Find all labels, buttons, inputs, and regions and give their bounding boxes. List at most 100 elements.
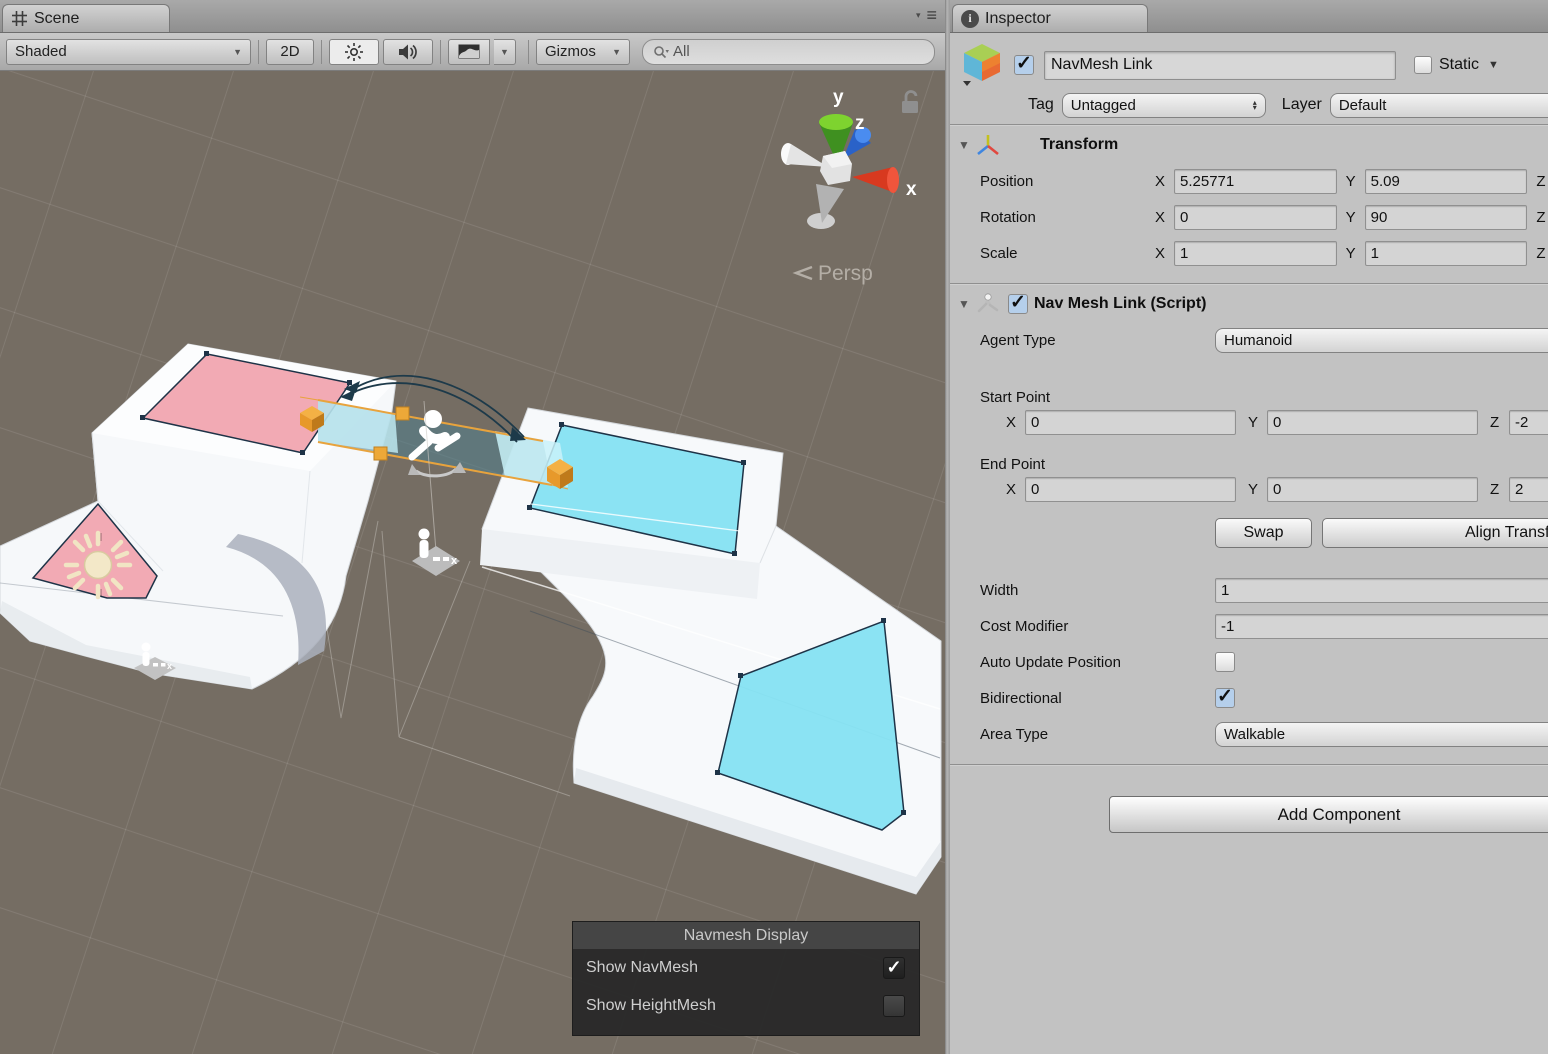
area-type-value: Walkable xyxy=(1224,726,1548,743)
bidirectional-checkbox[interactable] xyxy=(1215,688,1235,708)
scene-viewport[interactable]: x x xyxy=(0,71,945,1054)
y-axis-label: Y xyxy=(1248,481,1262,498)
area-type-dropdown[interactable]: Walkable ▴▾ xyxy=(1215,722,1548,747)
gizmo-x-label[interactable]: x xyxy=(906,179,917,200)
static-dropdown-icon[interactable]: ▼ xyxy=(1488,59,1499,71)
show-heightmesh-checkbox[interactable] xyxy=(883,995,905,1017)
area-type-label: Area Type xyxy=(980,726,1215,743)
toolbar-separator xyxy=(440,40,441,64)
sun-icon xyxy=(344,42,364,62)
navmeshlink-header[interactable]: ▼ Nav Mesh Link (Script) ? ⚙▾ xyxy=(950,285,1548,322)
z-axis-label: Z xyxy=(1536,245,1548,262)
audio-toggle-button[interactable] xyxy=(383,39,433,65)
effects-dropdown-button[interactable]: ▼ xyxy=(494,39,516,65)
navmeshlink-icon xyxy=(974,291,1002,317)
navmeshlink-enabled-checkbox[interactable] xyxy=(1008,294,1028,314)
gizmos-dropdown[interactable]: Gizmos ▼ xyxy=(536,39,630,65)
toolbar-separator xyxy=(321,40,322,64)
start-x-field[interactable] xyxy=(1025,410,1236,435)
inspector-panel: i Inspector ▾ ≡ xyxy=(950,0,1548,1054)
layer-label: Layer xyxy=(1282,96,1322,114)
gizmo-z-label[interactable]: z xyxy=(855,113,865,134)
width-field[interactable] xyxy=(1215,578,1548,603)
foldout-icon[interactable]: ▼ xyxy=(958,138,974,152)
x-axis-label: X xyxy=(1155,173,1169,190)
swap-button[interactable]: Swap xyxy=(1215,518,1312,548)
rotation-x-field[interactable] xyxy=(1174,205,1337,230)
start-point-label: Start Point xyxy=(950,372,1548,406)
scene-lock-icon[interactable] xyxy=(902,91,918,113)
rotation-y-field[interactable] xyxy=(1365,205,1528,230)
scale-label: Scale xyxy=(980,245,1155,262)
link-edge-handle[interactable] xyxy=(396,407,409,420)
lighting-toggle-button[interactable] xyxy=(329,39,379,65)
scene-toolbar: Shaded ▼ 2D xyxy=(0,33,945,71)
z-axis-label: Z xyxy=(1490,481,1504,498)
start-y-field[interactable] xyxy=(1267,410,1478,435)
speaker-icon xyxy=(397,43,419,61)
gameobject-enabled-checkbox[interactable] xyxy=(1014,55,1034,75)
align-transform-button[interactable]: Align Transform xyxy=(1322,518,1548,548)
transform-icon xyxy=(974,132,1002,158)
show-heightmesh-row[interactable]: Show HeightMesh xyxy=(573,987,919,1025)
x-axis-label: X xyxy=(1006,481,1020,498)
transform-header[interactable]: ▼ Transform ? ⚙▾ xyxy=(950,126,1548,163)
persp-label[interactable]: Persp xyxy=(818,262,873,285)
static-label: Static xyxy=(1439,56,1479,74)
dropdown-arrows-icon: ▴▾ xyxy=(1253,100,1257,110)
effects-toggle-button[interactable] xyxy=(448,39,490,65)
end-x-field[interactable] xyxy=(1025,477,1236,502)
agent-type-dropdown[interactable]: Humanoid ▴▾ xyxy=(1215,328,1548,353)
gameobject-name-field[interactable] xyxy=(1044,51,1396,80)
position-x-field[interactable] xyxy=(1174,169,1337,194)
z-axis-label: Z xyxy=(1536,209,1548,226)
z-axis-label: Z xyxy=(1536,173,1548,190)
scene-tab-caret-icon[interactable]: ▾ xyxy=(916,10,921,21)
end-point-label: End Point xyxy=(950,439,1548,473)
show-navmesh-checkbox[interactable] xyxy=(883,957,905,979)
scene-tab-menu-icon[interactable]: ≡ xyxy=(926,8,937,22)
start-z-field[interactable] xyxy=(1509,410,1548,435)
auto-update-checkbox[interactable] xyxy=(1215,652,1235,672)
end-point-row: X Y Z xyxy=(950,473,1548,506)
position-y-field[interactable] xyxy=(1365,169,1528,194)
scene-search-field[interactable] xyxy=(642,39,935,65)
agent-type-label: Agent Type xyxy=(980,332,1215,349)
tag-dropdown[interactable]: Untagged ▴▾ xyxy=(1062,93,1266,118)
cost-modifier-field[interactable] xyxy=(1215,614,1548,639)
static-checkbox[interactable] xyxy=(1414,56,1432,74)
light-gizmo-icon[interactable] xyxy=(66,533,130,597)
end-y-field[interactable] xyxy=(1267,477,1478,502)
x-axis-label: X xyxy=(1155,209,1169,226)
gameobject-cube-icon[interactable] xyxy=(960,41,1006,89)
search-icon xyxy=(653,45,669,59)
gameobject-header: Static ▼ Tag Untagged ▴▾ Layer Default ▴… xyxy=(950,33,1548,124)
layer-dropdown[interactable]: Default ▴▾ xyxy=(1330,93,1548,118)
svg-text:x: x xyxy=(451,555,458,567)
scale-x-field[interactable] xyxy=(1174,241,1337,266)
orientation-gizmo[interactable]: y z x xyxy=(781,87,917,229)
tag-label: Tag xyxy=(1028,96,1054,114)
transform-title: Transform xyxy=(1040,136,1118,154)
position-label: Position xyxy=(980,173,1155,190)
tag-value: Untagged xyxy=(1071,97,1247,114)
scale-y-field[interactable] xyxy=(1365,241,1528,266)
show-navmesh-row[interactable]: Show NavMesh xyxy=(573,949,919,987)
link-edge-handle[interactable] xyxy=(374,447,387,460)
shading-mode-dropdown[interactable]: Shaded ▼ xyxy=(6,39,251,65)
foldout-icon[interactable]: ▼ xyxy=(958,297,974,311)
projection-label[interactable]: Persp xyxy=(796,262,873,285)
auto-update-row: Auto Update Position xyxy=(950,644,1548,680)
tab-inspector[interactable]: i Inspector xyxy=(952,4,1148,32)
search-input[interactable] xyxy=(671,42,924,61)
toggle-2d-button[interactable]: 2D xyxy=(266,39,314,65)
gizmo-y-label[interactable]: y xyxy=(833,87,844,108)
scene-tab-label: Scene xyxy=(34,10,79,28)
scene-tabbar: Scene ▾ ≡ xyxy=(0,0,945,33)
end-z-field[interactable] xyxy=(1509,477,1548,502)
separator xyxy=(950,764,1548,766)
y-axis-label: Y xyxy=(1346,209,1360,226)
z-axis-label: Z xyxy=(1490,414,1504,431)
tab-scene[interactable]: Scene xyxy=(2,4,170,32)
add-component-button[interactable]: Add Component xyxy=(1109,796,1548,833)
